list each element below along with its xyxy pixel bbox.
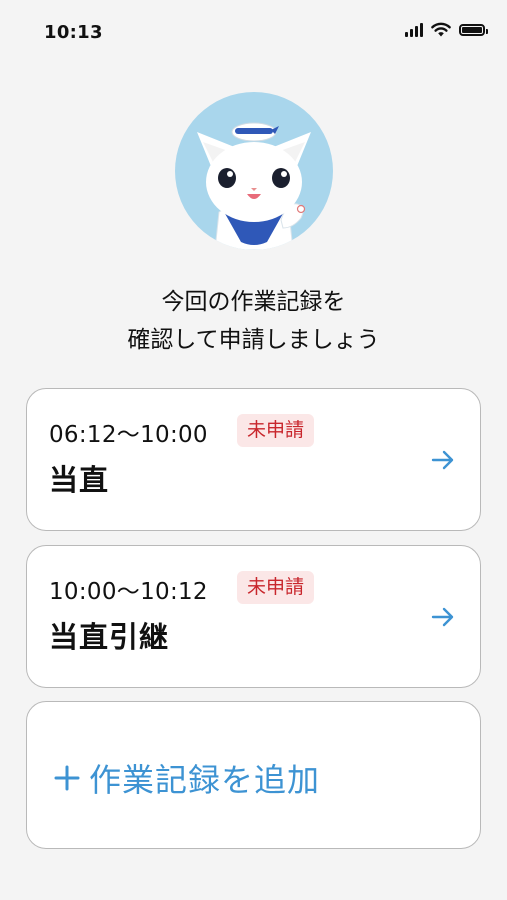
work-record-card[interactable]: 06:12〜10:00 未申請 当直 <box>26 388 481 531</box>
add-work-record-button[interactable]: 作業記録を追加 <box>26 701 481 849</box>
record-time-range: 06:12〜10:00 <box>49 422 208 448</box>
instruction-line-1: 今回の作業記録を <box>161 289 346 315</box>
wifi-icon <box>431 22 451 37</box>
plus-icon <box>54 765 80 791</box>
status-icons <box>405 22 488 37</box>
cellular-signal-icon <box>405 22 423 37</box>
status-badge: 未申請 <box>237 414 315 447</box>
record-title: 当直引継 <box>49 620 170 654</box>
instruction-line-2: 確認して申請しましょう <box>127 327 380 353</box>
add-work-record-label[interactable]: 作業記録を追加 <box>53 755 320 801</box>
add-work-record-text: 作業記録を追加 <box>89 761 321 799</box>
instruction-text: 今回の作業記録を 確認して申請しましょう <box>0 283 507 359</box>
arrow-right-icon[interactable] <box>430 447 456 473</box>
status-bar: 10:13 <box>0 0 507 64</box>
battery-icon <box>459 23 488 36</box>
arrow-right-icon[interactable] <box>430 604 456 630</box>
record-time-range: 10:00〜10:12 <box>49 579 208 605</box>
work-record-card[interactable]: 10:00〜10:12 未申請 当直引継 <box>26 545 481 688</box>
status-badge: 未申請 <box>237 571 315 604</box>
cat-mascot-avatar <box>175 92 333 250</box>
status-time: 10:13 <box>44 22 103 43</box>
record-title: 当直 <box>49 463 110 497</box>
